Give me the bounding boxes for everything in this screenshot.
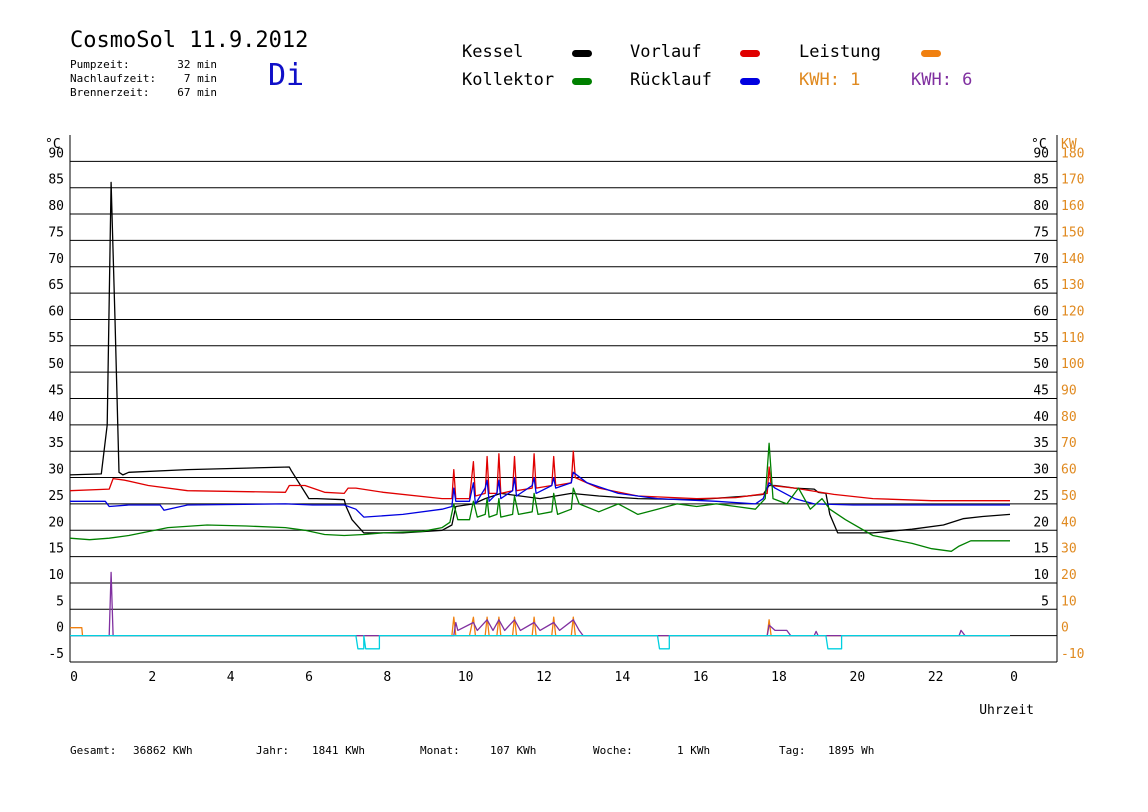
x-tick-label: 8	[383, 670, 391, 685]
x-tick-label: 20	[850, 670, 866, 685]
y-tick-label-right: 80	[1033, 199, 1049, 214]
y-tick-label-kw: 50	[1061, 489, 1077, 504]
y-tick-label-kw: 10	[1061, 594, 1077, 609]
y-tick-label-kw: 0	[1061, 621, 1069, 636]
y-tick-label-right: 75	[1033, 225, 1049, 240]
x-tick-label: 14	[615, 670, 631, 685]
y-tick-label-right: 65	[1033, 278, 1049, 293]
y-tick-label-kw: 70	[1061, 436, 1077, 451]
y-tick-label-kw: 80	[1061, 410, 1077, 425]
y-tick-label-left: -5	[48, 647, 64, 662]
x-axis-label: Uhrzeit	[979, 703, 1034, 718]
y-tick-label-left: 10	[48, 568, 64, 583]
y-tick-label-kw: 150	[1061, 225, 1084, 240]
y-tick-label-right: 60	[1033, 304, 1049, 319]
y-tick-label-right: 70	[1033, 252, 1049, 267]
y-tick-label-kw: 100	[1061, 357, 1084, 372]
x-tick-label: 12	[536, 670, 552, 685]
y-tick-label-right: 40	[1033, 410, 1049, 425]
y-axis-unit-kw: KW	[1061, 137, 1077, 152]
y-tick-label-kw: 140	[1061, 252, 1084, 267]
y-tick-label-left: 65	[48, 278, 64, 293]
x-tick-label: 22	[928, 670, 944, 685]
y-tick-label-right: 20	[1033, 515, 1049, 530]
series-line-kollektor	[69, 442, 1010, 552]
y-tick-label-kw: 90	[1061, 384, 1077, 399]
x-tick-label: 0	[1010, 670, 1018, 685]
y-tick-label-left: 25	[48, 489, 64, 504]
y-tick-label-right: 45	[1033, 384, 1049, 399]
series-line-kessel	[69, 181, 1011, 534]
x-tick-label: 2	[148, 670, 156, 685]
y-tick-label-left: 60	[48, 304, 64, 319]
y-tick-label-left: 30	[48, 463, 64, 478]
y-tick-label-left: 15	[48, 542, 64, 557]
y-tick-label-kw: 160	[1061, 199, 1084, 214]
y-tick-label-kw: -10	[1061, 647, 1084, 662]
y-tick-label-left: 0	[56, 621, 64, 636]
x-tick-label: 0	[70, 670, 78, 685]
y-tick-label-right: 5	[1041, 594, 1049, 609]
temperature-chart: -505101520253035404550556065707580859051…	[45, 135, 1084, 718]
y-tick-label-left: 20	[48, 515, 64, 530]
y-tick-label-left: 50	[48, 357, 64, 372]
y-tick-label-right: 10	[1033, 568, 1049, 583]
series-line-leistung	[70, 616, 1010, 637]
y-tick-label-kw: 130	[1061, 278, 1084, 293]
y-tick-label-right: 15	[1033, 542, 1049, 557]
y-tick-label-kw: 60	[1061, 463, 1077, 478]
y-tick-label-left: 75	[48, 225, 64, 240]
y-axis-unit-right: °C	[1031, 137, 1047, 152]
y-tick-label-right: 50	[1033, 357, 1049, 372]
y-tick-label-right: 35	[1033, 436, 1049, 451]
y-tick-label-right: 85	[1033, 173, 1049, 188]
y-tick-label-kw: 170	[1061, 173, 1084, 188]
x-tick-label: 6	[305, 670, 313, 685]
series-line-rücklauf	[70, 471, 1010, 518]
y-tick-label-left: 35	[48, 436, 64, 451]
y-tick-label-kw: 30	[1061, 542, 1077, 557]
y-tick-label-right: 55	[1033, 331, 1049, 346]
y-tick-label-left: 70	[48, 252, 64, 267]
x-tick-label: 10	[458, 670, 474, 685]
y-tick-label-kw: 20	[1061, 568, 1077, 583]
y-tick-label-kw: 120	[1061, 304, 1084, 319]
y-tick-label-kw: 40	[1061, 515, 1077, 530]
y-tick-label-left: 80	[48, 199, 64, 214]
y-tick-label-right: 25	[1033, 489, 1049, 504]
x-tick-label: 18	[771, 670, 787, 685]
y-tick-label-left: 85	[48, 173, 64, 188]
series-line-pumpe	[70, 571, 1010, 637]
y-tick-label-left: 40	[48, 410, 64, 425]
y-tick-label-kw: 110	[1061, 331, 1084, 346]
y-axis-unit-left: °C	[45, 137, 61, 152]
x-tick-label: 16	[693, 670, 709, 685]
y-tick-label-left: 5	[56, 594, 64, 609]
x-tick-label: 4	[227, 670, 235, 685]
series-line-vorlauf	[69, 450, 1010, 502]
series-line-status	[70, 634, 1010, 650]
y-tick-label-left: 45	[48, 384, 64, 399]
y-tick-label-right: 30	[1033, 463, 1049, 478]
y-tick-label-left: 55	[48, 331, 64, 346]
